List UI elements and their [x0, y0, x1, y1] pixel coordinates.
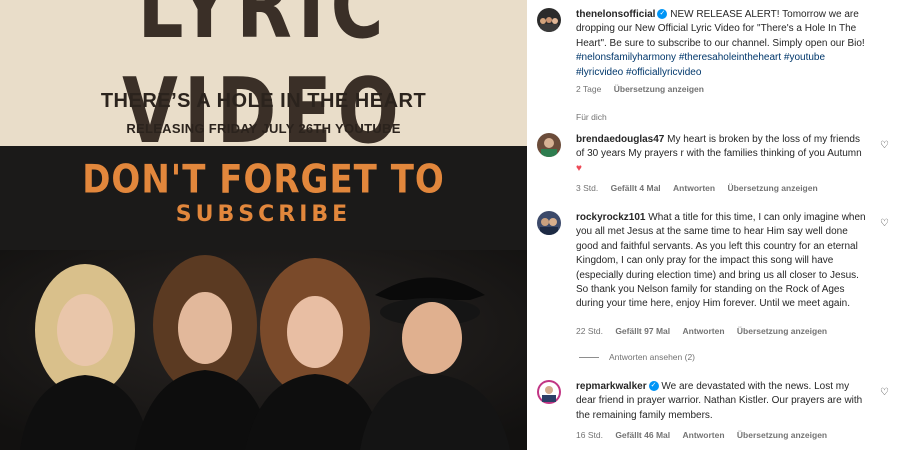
- comment-time[interactable]: 3 Std.: [576, 183, 598, 193]
- poster-lyric-video-title: LYRIC VIDEO: [122, 0, 405, 163]
- like-heart-icon[interactable]: ♡: [880, 139, 890, 151]
- comment-likes[interactable]: Gefällt 46 Mal: [615, 430, 670, 440]
- translate-link[interactable]: Übersetzung anzeigen: [727, 183, 817, 193]
- post-image[interactable]: LYRIC VIDEO THERE’S A HOLE IN THE HEART …: [0, 0, 527, 450]
- heart-emoji-icon: ♥: [576, 162, 582, 174]
- comment-time[interactable]: 16 Std.: [576, 430, 603, 440]
- view-replies-button[interactable]: Antworten ansehen (2): [579, 350, 695, 364]
- comment-text: brendaedouglas47 My heart is broken by t…: [576, 133, 868, 176]
- comment: brendaedouglas47 My heart is broken by t…: [537, 133, 890, 193]
- comment-meta: 16 Std. Gefällt 46 Mal Antworten Überset…: [576, 428, 837, 442]
- post-username[interactable]: thenelonsofficial: [576, 9, 655, 20]
- reply-button[interactable]: Antworten: [683, 326, 725, 336]
- poster-cta-line2: SUBSCRIBE: [175, 202, 352, 227]
- avatar[interactable]: [537, 380, 561, 404]
- for-you-label[interactable]: Für dich: [576, 112, 607, 122]
- comment-text: repmarkwalker ✓ We are devastated with th…: [576, 380, 868, 423]
- comment-text: rockyrockz101 What a title for this time…: [576, 211, 868, 312]
- comment: repmarkwalker ✓ We are devastated with th…: [537, 380, 890, 442]
- poster-release-line: RELEASING FRIDAY JULY 26TH YOUTUBE: [126, 121, 401, 136]
- replies-line: [579, 357, 599, 359]
- verified-icon: ✓: [657, 9, 668, 20]
- caption-translate-link[interactable]: Übersetzung anzeigen: [614, 84, 704, 94]
- comment-meta: 22 Std. Gefällt 97 Mal Antworten Überset…: [576, 324, 837, 338]
- comment-username[interactable]: repmarkwalker: [576, 381, 647, 392]
- avatar[interactable]: [537, 211, 561, 235]
- comment-likes[interactable]: Gefällt 4 Mal: [611, 183, 661, 193]
- poster-song-title: THERE’S A HOLE IN THE HEART: [100, 90, 427, 112]
- comment-body: What a title for this time, I can only i…: [576, 212, 866, 310]
- avatar[interactable]: [537, 133, 561, 157]
- comment-username[interactable]: brendaedouglas47: [576, 134, 664, 145]
- reply-button[interactable]: Antworten: [673, 183, 715, 193]
- like-heart-icon[interactable]: ♡: [880, 386, 890, 398]
- like-heart-icon[interactable]: ♡: [880, 217, 890, 229]
- comments-panel[interactable]: thenelonsofficial ✓ NEW RELEASE ALERT! To…: [527, 0, 900, 450]
- post-time[interactable]: 2 Tage: [576, 84, 601, 94]
- comment-likes[interactable]: Gefällt 97 Mal: [615, 326, 670, 336]
- verified-icon: ✓: [648, 381, 659, 392]
- view-replies-label: Antworten ansehen (2): [609, 352, 695, 362]
- poster-cta-line1: DON'T FORGET TO: [82, 157, 445, 203]
- for-you-label-wrap: Für dich: [576, 110, 617, 124]
- caption-meta: 2 Tage Übersetzung anzeigen: [576, 82, 714, 96]
- comment-username[interactable]: rockyrockz101: [576, 212, 646, 223]
- avatar[interactable]: [537, 8, 561, 32]
- band-photo: [0, 250, 527, 450]
- translate-link[interactable]: Übersetzung anzeigen: [737, 326, 827, 336]
- translate-link[interactable]: Übersetzung anzeigen: [737, 430, 827, 440]
- caption-text: thenelonsofficial ✓ NEW RELEASE ALERT! To…: [576, 8, 868, 80]
- post-view: LYRIC VIDEO THERE’S A HOLE IN THE HEART …: [0, 0, 900, 450]
- comment-meta: 3 Std. Gefällt 4 Mal Antworten Übersetzu…: [576, 181, 828, 195]
- reply-button[interactable]: Antworten: [683, 430, 725, 440]
- post-caption: thenelonsofficial ✓ NEW RELEASE ALERT! To…: [537, 8, 890, 103]
- caption-hashtags[interactable]: #nelonsfamilyharmony #theresaholeinthehe…: [576, 52, 825, 77]
- comment: rockyrockz101 What a title for this time…: [537, 211, 890, 341]
- comment-time[interactable]: 22 Std.: [576, 326, 603, 336]
